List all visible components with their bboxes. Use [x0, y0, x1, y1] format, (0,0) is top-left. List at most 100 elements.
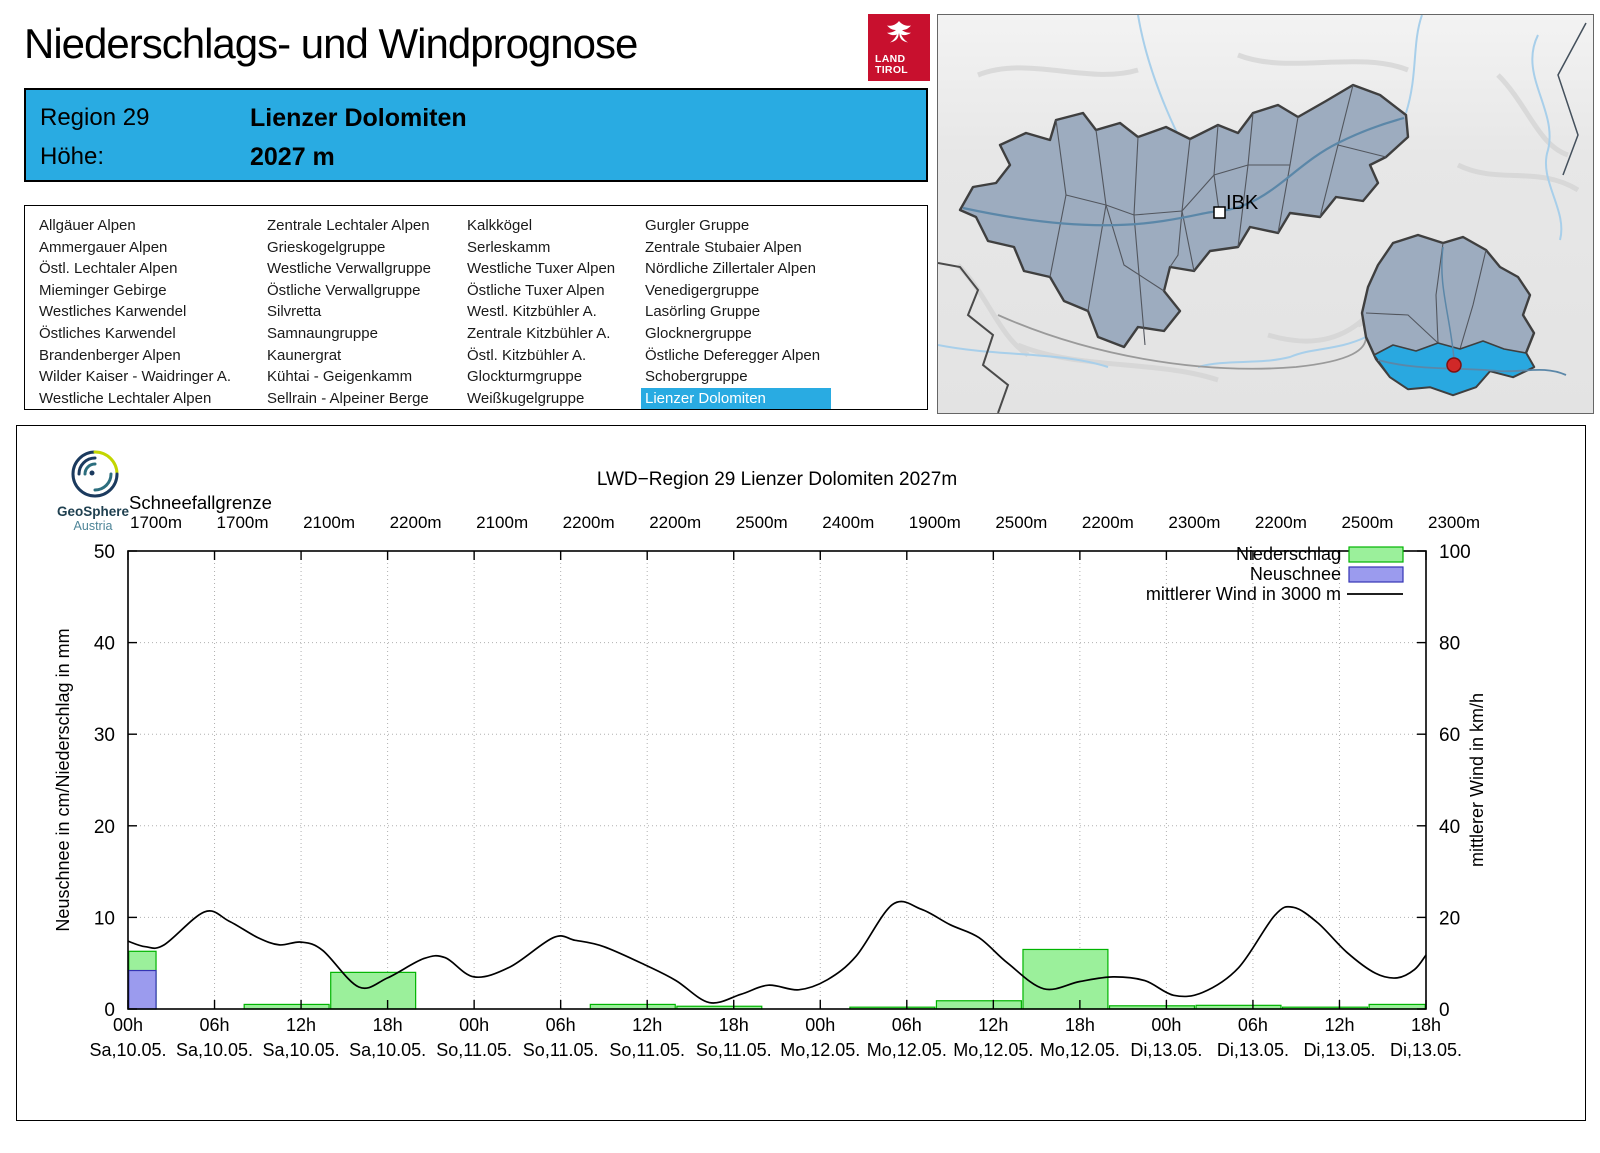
region-list-item[interactable]: Wilder Kaiser - Waidringer A. — [35, 366, 231, 388]
region-list-item[interactable]: Zentrale Lechtaler Alpen — [263, 215, 431, 237]
selected-region-marker — [1446, 357, 1462, 373]
snowline-value: 2400m — [822, 513, 874, 532]
x-axis-time-label: 12h — [632, 1015, 662, 1035]
precipitation-bar — [330, 971, 417, 1010]
region-list-item[interactable]: Westliche Verwallgruppe — [263, 258, 431, 280]
new-snow-bar — [128, 969, 157, 1010]
snowline-value: 2200m — [649, 513, 701, 532]
region-list-item[interactable]: Westl. Kitzbühler A. — [463, 301, 615, 323]
legend-swatch — [1348, 546, 1404, 563]
x-axis-date-label: Di,13.05. — [1217, 1040, 1289, 1060]
legend-label: mittlerer Wind in 3000 m — [1146, 584, 1341, 604]
legend-label: Niederschlag — [1236, 544, 1341, 564]
innsbruck-label: IBK — [1226, 192, 1259, 214]
x-axis-date-label: So,11.05. — [696, 1040, 772, 1060]
region-list-item[interactable]: Sellrain - Alpeiner Berge — [263, 388, 431, 410]
x-axis-time-label: 00h — [1151, 1015, 1181, 1035]
snowline-value: 2100m — [476, 513, 528, 532]
tirol-map: IBK — [937, 14, 1594, 414]
snowline-value: 2200m — [390, 513, 442, 532]
region-list-item[interactable]: Westliche Tuxer Alpen — [463, 258, 615, 280]
region-list-item[interactable]: Gurgler Gruppe — [641, 215, 837, 237]
y-axis-left-tick-label: 20 — [94, 817, 115, 838]
region-list-item[interactable]: Allgäuer Alpen — [35, 215, 231, 237]
page-title: Niederschlags- und Windprognose — [24, 20, 638, 67]
chart-title: LWD−Region 29 Lienzer Dolomiten 2027m — [597, 469, 957, 490]
region-list-item[interactable]: Östliche Tuxer Alpen — [463, 280, 615, 302]
region-list-item[interactable]: Venedigergruppe — [641, 280, 837, 302]
x-axis-time-label: 18h — [1065, 1015, 1095, 1035]
region-list-item[interactable]: Lienzer Dolomiten — [641, 387, 831, 410]
region-list-item[interactable]: Östliches Karwendel — [35, 323, 231, 345]
region-list-item[interactable]: Samnaungruppe — [263, 323, 431, 345]
y-axis-right-tick-label: 60 — [1439, 725, 1460, 746]
x-axis-date-label: So,11.05. — [523, 1040, 599, 1060]
x-axis-date-label: Sa,10.05. — [176, 1040, 253, 1060]
x-axis-date-label: Sa,10.05. — [349, 1040, 426, 1060]
region-list-item[interactable]: Weißkugelgruppe — [463, 388, 615, 410]
snowline-value: 2500m — [995, 513, 1047, 532]
region-list-item[interactable]: Kalkkögel — [463, 215, 615, 237]
x-axis-time-label: 06h — [200, 1015, 230, 1035]
snowline-label: Schneefallgrenze — [129, 492, 272, 513]
region-list-item[interactable]: Ammergauer Alpen — [35, 237, 231, 259]
region-list-item[interactable]: Glockturmgruppe — [463, 366, 615, 388]
x-axis-time-label: 06h — [546, 1015, 576, 1035]
region-list-item[interactable]: Zentrale Stubaier Alpen — [641, 237, 837, 259]
region-list-item[interactable]: Östliche Verwallgruppe — [263, 280, 431, 302]
region-list-item[interactable]: Kühtai - Geigenkamm — [263, 366, 431, 388]
region-list-item[interactable]: Östl. Lechtaler Alpen — [35, 258, 231, 280]
region-number-label: Region 29 — [40, 104, 150, 131]
innsbruck-marker — [1213, 206, 1226, 219]
x-axis-date-label: Di,13.05. — [1390, 1040, 1462, 1060]
region-list-item[interactable]: Schobergruppe — [641, 366, 837, 388]
region-list-item[interactable]: Östliche Deferegger Alpen — [641, 345, 837, 367]
snowline-value: 1700m — [217, 513, 269, 532]
region-list-column-4: Gurgler Gruppe Zentrale Stubaier Alpen Nör… — [641, 215, 837, 410]
region-list-column-3: Kalkkögel Serleskamm Westliche Tuxer Alpen… — [463, 215, 615, 409]
region-list-item[interactable]: Grieskogelgruppe — [263, 237, 431, 259]
region-list-item[interactable]: Lasörling Gruppe — [641, 301, 837, 323]
snowline-value: 1700m — [130, 513, 182, 532]
wind-line — [127, 900, 1427, 1004]
region-list-item[interactable]: Östl. Kitzbühler A. — [463, 345, 615, 367]
snowline-value: 2500m — [1341, 513, 1393, 532]
region-list-item[interactable]: Zentrale Kitzbühler A. — [463, 323, 615, 345]
region-list-item[interactable]: Mieminger Gebirge — [35, 280, 231, 302]
region-list-item[interactable]: Brandenberger Alpen — [35, 345, 231, 367]
y-axis-left-tick-label: 10 — [94, 908, 115, 929]
x-axis-date-label: Sa,10.05. — [263, 1040, 340, 1060]
x-axis-time-label: 18h — [719, 1015, 749, 1035]
region-list-item[interactable]: Kaunergrat — [263, 345, 431, 367]
x-axis-date-label: Mo,12.05. — [780, 1040, 860, 1060]
region-list-item[interactable]: Serleskamm — [463, 237, 615, 259]
y-axis-left-title: Neuschnee in cm/Niederschlag in mm — [53, 628, 73, 931]
x-axis-date-label: Sa,10.05. — [89, 1040, 166, 1060]
land-tirol-logo-text: LAND TIROL — [875, 53, 908, 76]
x-axis-time-label: 12h — [286, 1015, 316, 1035]
forecast-chart: 0102030405002040608010000hSa,10.05.06hSa… — [53, 469, 1487, 1060]
x-axis-time-label: 18h — [1411, 1015, 1441, 1035]
region-list-item[interactable]: Westliche Lechtaler Alpen — [35, 388, 231, 410]
plot-border — [127, 550, 1427, 1010]
snowline-value: 2200m — [1255, 513, 1307, 532]
x-axis-time-label: 06h — [892, 1015, 922, 1035]
region-list-item[interactable]: Glocknergruppe — [641, 323, 837, 345]
snowline-value: 2100m — [303, 513, 355, 532]
y-axis-right-tick-label: 100 — [1439, 542, 1471, 563]
x-axis-time-label: 12h — [978, 1015, 1008, 1035]
region-list-item[interactable]: Westliches Karwendel — [35, 301, 231, 323]
region-list-item[interactable]: Nördliche Zillertaler Alpen — [641, 258, 837, 280]
x-axis-time-label: 18h — [373, 1015, 403, 1035]
x-axis-time-label: 00h — [459, 1015, 489, 1035]
y-axis-left-tick-label: 40 — [94, 634, 115, 655]
region-list-item[interactable]: Silvretta — [263, 301, 431, 323]
x-axis-time-label: 00h — [805, 1015, 835, 1035]
x-axis-date-label: Mo,12.05. — [953, 1040, 1033, 1060]
x-axis-date-label: Mo,12.05. — [867, 1040, 947, 1060]
legend-label: Neuschnee — [1250, 564, 1341, 584]
snowline-value: 2300m — [1428, 513, 1480, 532]
region-list-column-1: Allgäuer Alpen Ammergauer Alpen Östl. Lech… — [35, 215, 231, 409]
tirol-eagle-icon — [887, 21, 911, 43]
snowline-value: 2200m — [1082, 513, 1134, 532]
